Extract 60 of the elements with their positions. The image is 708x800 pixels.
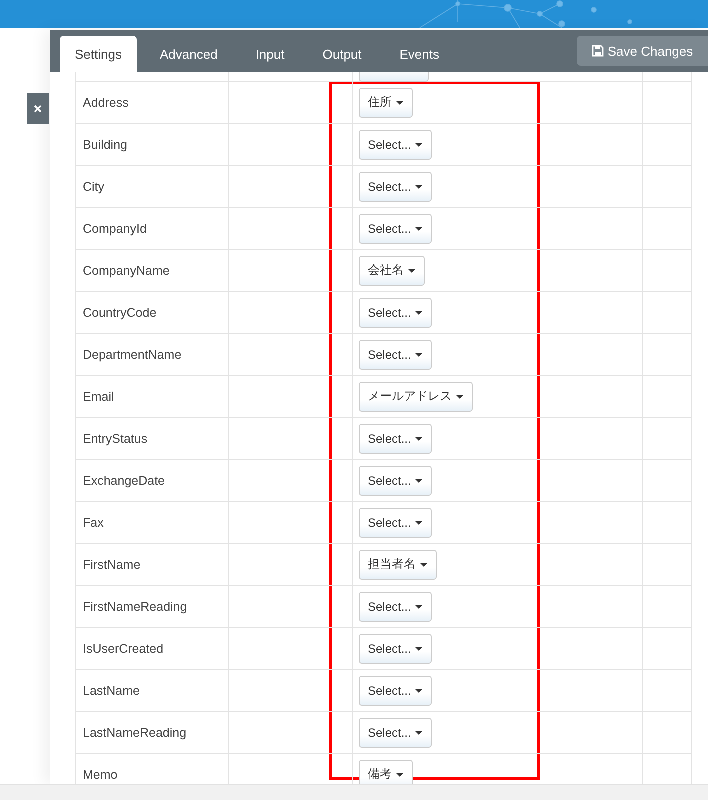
tab[interactable]: Output	[308, 36, 377, 72]
caret-icon	[415, 520, 424, 524]
mapping-dropdown[interactable]: Select...	[359, 172, 432, 202]
field-name: FirstNameReading	[82, 600, 188, 614]
caret-icon	[415, 352, 424, 356]
caret-icon	[415, 604, 424, 608]
caret-icon	[396, 772, 404, 776]
mapping-dropdown[interactable]: 担当者名	[359, 550, 437, 580]
field-name: Fax	[82, 516, 104, 530]
mapping-dropdown[interactable]: メールアドレス	[359, 382, 473, 412]
mapping-dropdown[interactable]: Select...	[359, 340, 432, 370]
field-name: LastName	[82, 684, 140, 698]
mapping-dropdown[interactable]: Select...	[359, 466, 432, 496]
mapping-dropdown[interactable]: Select...	[359, 298, 432, 328]
caret-icon	[415, 226, 424, 230]
mapping-dropdown[interactable]: Select...	[359, 130, 432, 160]
mapping-dropdown[interactable]: Select...	[359, 592, 432, 622]
close-button[interactable]	[27, 93, 49, 124]
caret-icon	[415, 142, 424, 146]
field-name: CompanyId	[82, 222, 147, 236]
caret-icon	[415, 646, 424, 650]
mapping-dropdown[interactable]: Select...	[359, 634, 432, 664]
mapping-dropdown[interactable]: Select...	[359, 424, 432, 454]
field-name: CompanyName	[82, 264, 170, 278]
caret-icon	[396, 100, 404, 104]
save-icon	[592, 45, 604, 57]
caret-icon	[415, 436, 424, 440]
field-name: EntryStatus	[82, 432, 148, 446]
caret-icon	[415, 730, 424, 734]
tab[interactable]: Advanced	[144, 36, 233, 72]
close-icon	[34, 104, 42, 112]
tab[interactable]: Settings	[60, 36, 137, 72]
field-name: IsUserCreated	[82, 642, 164, 656]
caret-icon	[415, 184, 424, 188]
field-name: FirstName	[82, 558, 141, 572]
field-name: Address	[82, 96, 129, 110]
field-name: LastNameReading	[82, 726, 187, 740]
caret-icon	[456, 394, 464, 398]
field-name: Building	[82, 138, 128, 152]
mapping-dropdown[interactable]: Select...	[359, 718, 432, 748]
field-name: CountryCode	[82, 306, 157, 320]
caret-icon	[415, 688, 424, 692]
tab[interactable]: Events	[384, 36, 455, 72]
mapping-dropdown[interactable]: Select...	[359, 676, 432, 706]
field-name: ExchangeDate	[82, 474, 166, 488]
mapping-dropdown[interactable]: 住所	[359, 88, 413, 118]
caret-icon	[415, 310, 424, 314]
field-name: Memo	[82, 768, 118, 782]
mapping-dropdown[interactable]: Select...	[359, 214, 432, 244]
mapping-dropdown[interactable]: Select...	[359, 508, 432, 538]
mapping-dropdown[interactable]: 備考	[359, 760, 413, 784]
field-name: Email	[82, 390, 114, 404]
caret-icon	[408, 268, 416, 272]
caret-icon	[415, 478, 424, 482]
tab[interactable]: Input	[240, 36, 300, 72]
caret-icon	[420, 562, 428, 566]
mapping-dropdown[interactable]: 会社名	[359, 256, 425, 286]
field-name: City	[82, 180, 105, 194]
field-name: DepartmentName	[82, 348, 182, 362]
save-button[interactable]: Save Changes	[577, 36, 708, 66]
